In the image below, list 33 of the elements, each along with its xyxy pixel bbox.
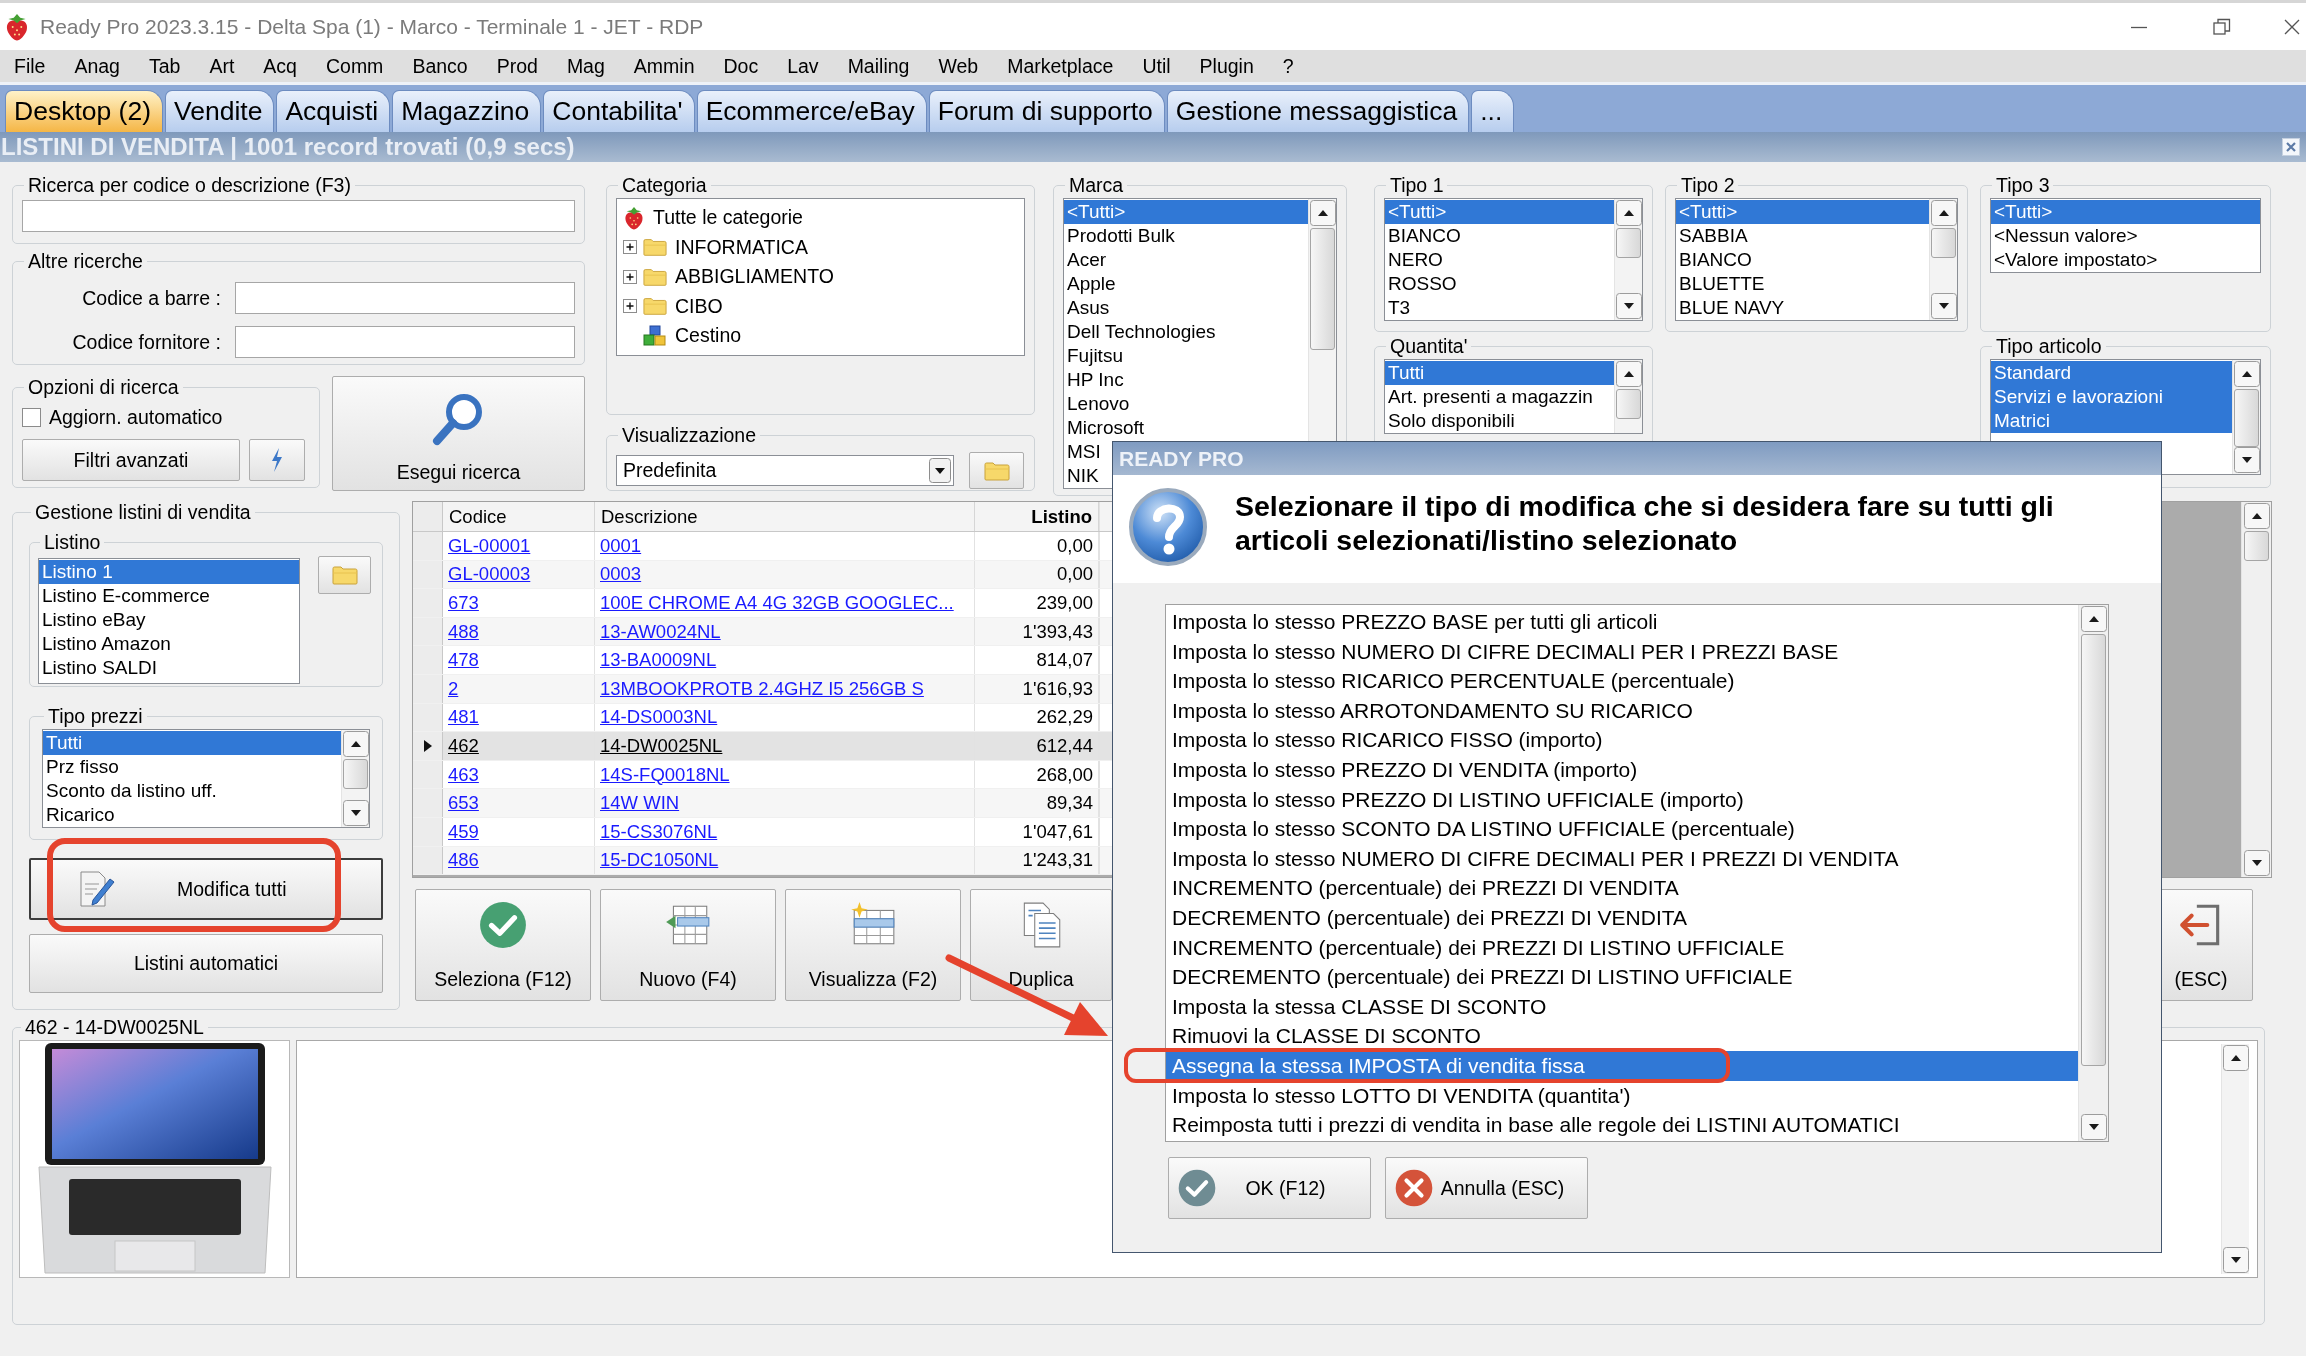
group-label: Visualizzazione [621, 424, 758, 446]
table-cell: 612,44 [975, 732, 1099, 760]
table-cell: 89,34 [975, 789, 1099, 817]
dialog-message: Selezionare il tipo di modifica che si desidera fare su tutti gli articoli selezionati/listino selezionato [1235, 489, 2055, 557]
dialog-title: READY PRO [1119, 446, 1244, 471]
field-label: Codice fornitore : [71, 330, 221, 354]
table-cell: 0,00 [975, 560, 1099, 589]
group-label: Tipo articolo [1995, 335, 2103, 357]
table-cell: 239,00 [975, 589, 1099, 617]
group-label: Tipo 2 [1680, 174, 1736, 196]
table-cell: 1'616,93 [975, 674, 1099, 703]
group-label: Marca [1068, 174, 1125, 196]
group-label: Tipo 3 [1995, 174, 2051, 196]
group-label: Opzioni di ricerca [27, 376, 180, 398]
group-label: Tipo prezzi [47, 705, 144, 727]
group-label: Categoria [621, 174, 708, 196]
group-label: Ricerca per codice o descrizione (F3) [27, 174, 352, 196]
table-cell: 1'047,61 [975, 817, 1099, 846]
group-label: Quantita' [1389, 335, 1469, 357]
group-label: Tipo 1 [1389, 174, 1445, 196]
table-cell: 814,07 [975, 646, 1099, 674]
table-cell: 262,29 [975, 703, 1099, 732]
group-label: Listino [43, 531, 102, 553]
table-cell: 268,00 [975, 760, 1099, 789]
field-label: Codice a barre : [81, 286, 221, 310]
table-cell: 1'393,43 [975, 617, 1099, 646]
table-cell: 1'243,31 [975, 846, 1099, 875]
header-title: LISTINI DI VENDITA | 1001 record trovati (0,9 secs) [1, 133, 575, 161]
group-label: 462 - 14-DW0025NL [24, 1016, 205, 1038]
group-label: Altre ricerche [27, 250, 144, 272]
group-label: Gestione listini di vendita [34, 501, 252, 523]
table-cell: 0,00 [975, 532, 1099, 560]
window-title: Ready Pro 2023.3.15 - Delta Spa (1) - Marco - Terminale 1 - JET - RDP [40, 14, 704, 39]
